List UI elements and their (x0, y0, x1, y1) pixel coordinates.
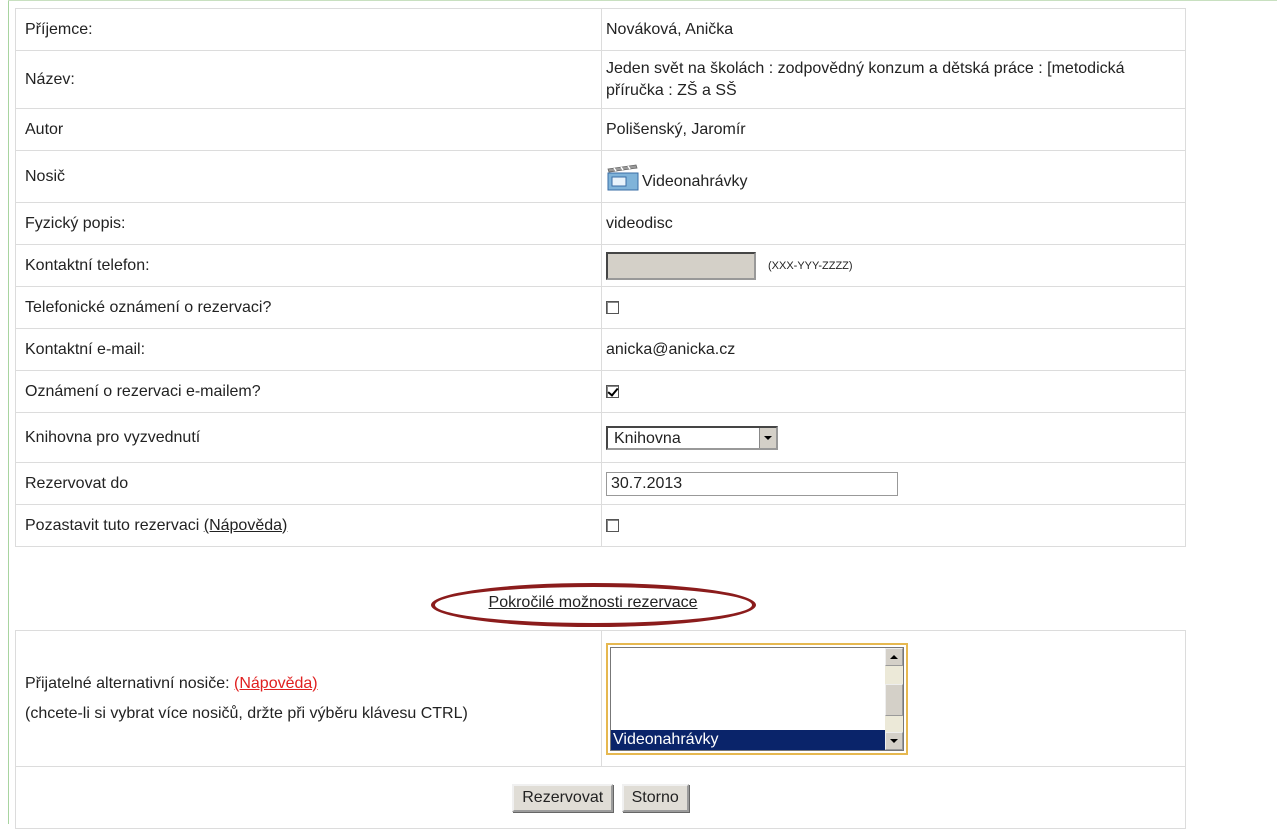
advanced-options-link[interactable]: Pokročilé možnosti rezervace (489, 594, 698, 611)
recipient-value: Nováková, Anička (601, 8, 1186, 51)
phone-input[interactable] (606, 251, 756, 280)
email-notify-checkbox[interactable] (606, 384, 619, 398)
physical-value: videodisc (601, 202, 1186, 245)
table-row: Rezervovat Storno (15, 766, 1186, 829)
scroll-up-icon[interactable] (885, 647, 903, 666)
phone-cell: (XXX-YYY-ZZZZ) (601, 244, 1186, 287)
email-label: Kontaktní e-mail: (15, 328, 602, 371)
alternatives-table: Přijatelné alternativní nosiče: (Nápověd… (15, 630, 1186, 829)
reserve-button[interactable]: Rezervovat (512, 783, 614, 812)
table-row: Přijatelné alternativní nosiče: (Nápověd… (15, 630, 1186, 767)
alternatives-listbox[interactable]: Videonahrávky (606, 642, 908, 755)
author-value: Polišenský, Jaromír (601, 108, 1186, 151)
dropdown-arrow-icon[interactable] (759, 427, 776, 448)
alternatives-note: (chcete-li si vybrat více nosičů, držte … (25, 704, 468, 722)
table-row: Fyzický popis: videodisc (15, 202, 1186, 245)
listbox-scrollbar[interactable] (885, 647, 903, 750)
pickup-cell: Knihovna (601, 412, 1186, 463)
table-row: Nosič Videonahrávky (15, 150, 1186, 203)
pickup-library-select[interactable]: Knihovna (606, 425, 778, 450)
alternatives-cell: Videonahrávky (601, 630, 1186, 767)
table-row: Kontaktní telefon: (XXX-YYY-ZZZZ) (15, 244, 1186, 287)
table-row: Autor Polišenský, Jaromír (15, 108, 1186, 151)
advanced-options-row: Pokročilé možnosti rezervace (0, 594, 1186, 612)
cancel-button[interactable]: Storno (621, 783, 689, 812)
alternatives-label-cell: Přijatelné alternativní nosiče: (Nápověd… (15, 630, 602, 767)
physical-label: Fyzický popis: (15, 202, 602, 245)
table-row: Pozastavit tuto rezervaci (Nápověda) (15, 504, 1186, 547)
medium-value: Videonahrávky (642, 172, 748, 190)
table-row: Oznámení o rezervaci e-mailem? (15, 370, 1186, 413)
reserve-until-label: Rezervovat do (15, 462, 602, 505)
table-row: Kontaktní e-mail: anicka@anicka.cz (15, 328, 1186, 371)
reservation-form-table: Příjemce: Nováková, Anička Název: Jeden … (15, 8, 1186, 547)
email-notify-cell (601, 370, 1186, 413)
phone-notify-checkbox[interactable] (606, 300, 619, 314)
suspend-help-link[interactable]: (Nápověda) (204, 517, 288, 534)
table-row: Telefonické oznámení o rezervaci? (15, 286, 1186, 329)
alternatives-help-link[interactable]: (Nápověda) (234, 675, 318, 692)
pickup-label: Knihovna pro vyzvednutí (15, 412, 602, 463)
suspend-label-cell: Pozastavit tuto rezervaci (Nápověda) (15, 504, 602, 547)
alternatives-label: Přijatelné alternativní nosiče: (25, 674, 230, 692)
listbox-frame: Videonahrávky (610, 646, 904, 751)
pickup-library-selected: Knihovna (614, 429, 681, 447)
title-label: Název: (15, 50, 602, 109)
phone-format-hint: (XXX-YYY-ZZZZ) (768, 259, 853, 272)
reserve-until-input[interactable]: 30.7.2013 (606, 471, 898, 496)
page-left-border (8, 0, 9, 824)
video-icon (606, 163, 640, 191)
phone-notify-cell (601, 286, 1186, 329)
email-notify-label: Oznámení o rezervaci e-mailem? (15, 370, 602, 413)
reserve-until-cell: 30.7.2013 (601, 462, 1186, 505)
table-row: Název: Jeden svět na školách : zodpovědn… (15, 50, 1186, 109)
table-row: Knihovna pro vyzvednutí Knihovna (15, 412, 1186, 463)
suspend-label: Pozastavit tuto rezervaci (25, 516, 200, 534)
scrollbar-thumb[interactable] (885, 683, 903, 716)
phone-notify-label: Telefonické oznámení o rezervaci? (15, 286, 602, 329)
title-value: Jeden svět na školách : zodpovědný konzu… (601, 50, 1186, 109)
recipient-label: Příjemce: (15, 8, 602, 51)
list-item[interactable]: Videonahrávky (611, 729, 885, 750)
medium-cell: Videonahrávky (601, 150, 1186, 203)
table-row: Příjemce: Nováková, Anička (15, 8, 1186, 51)
email-value: anicka@anicka.cz (601, 328, 1186, 371)
suspend-checkbox[interactable] (606, 518, 619, 532)
suspend-cell (601, 504, 1186, 547)
buttons-cell: Rezervovat Storno (15, 766, 1186, 829)
medium-label: Nosič (15, 150, 602, 203)
author-label: Autor (15, 108, 602, 151)
table-row: Rezervovat do 30.7.2013 (15, 462, 1186, 505)
phone-label: Kontaktní telefon: (15, 244, 602, 287)
scroll-down-icon[interactable] (885, 731, 903, 750)
page-top-border (8, 0, 1277, 1)
